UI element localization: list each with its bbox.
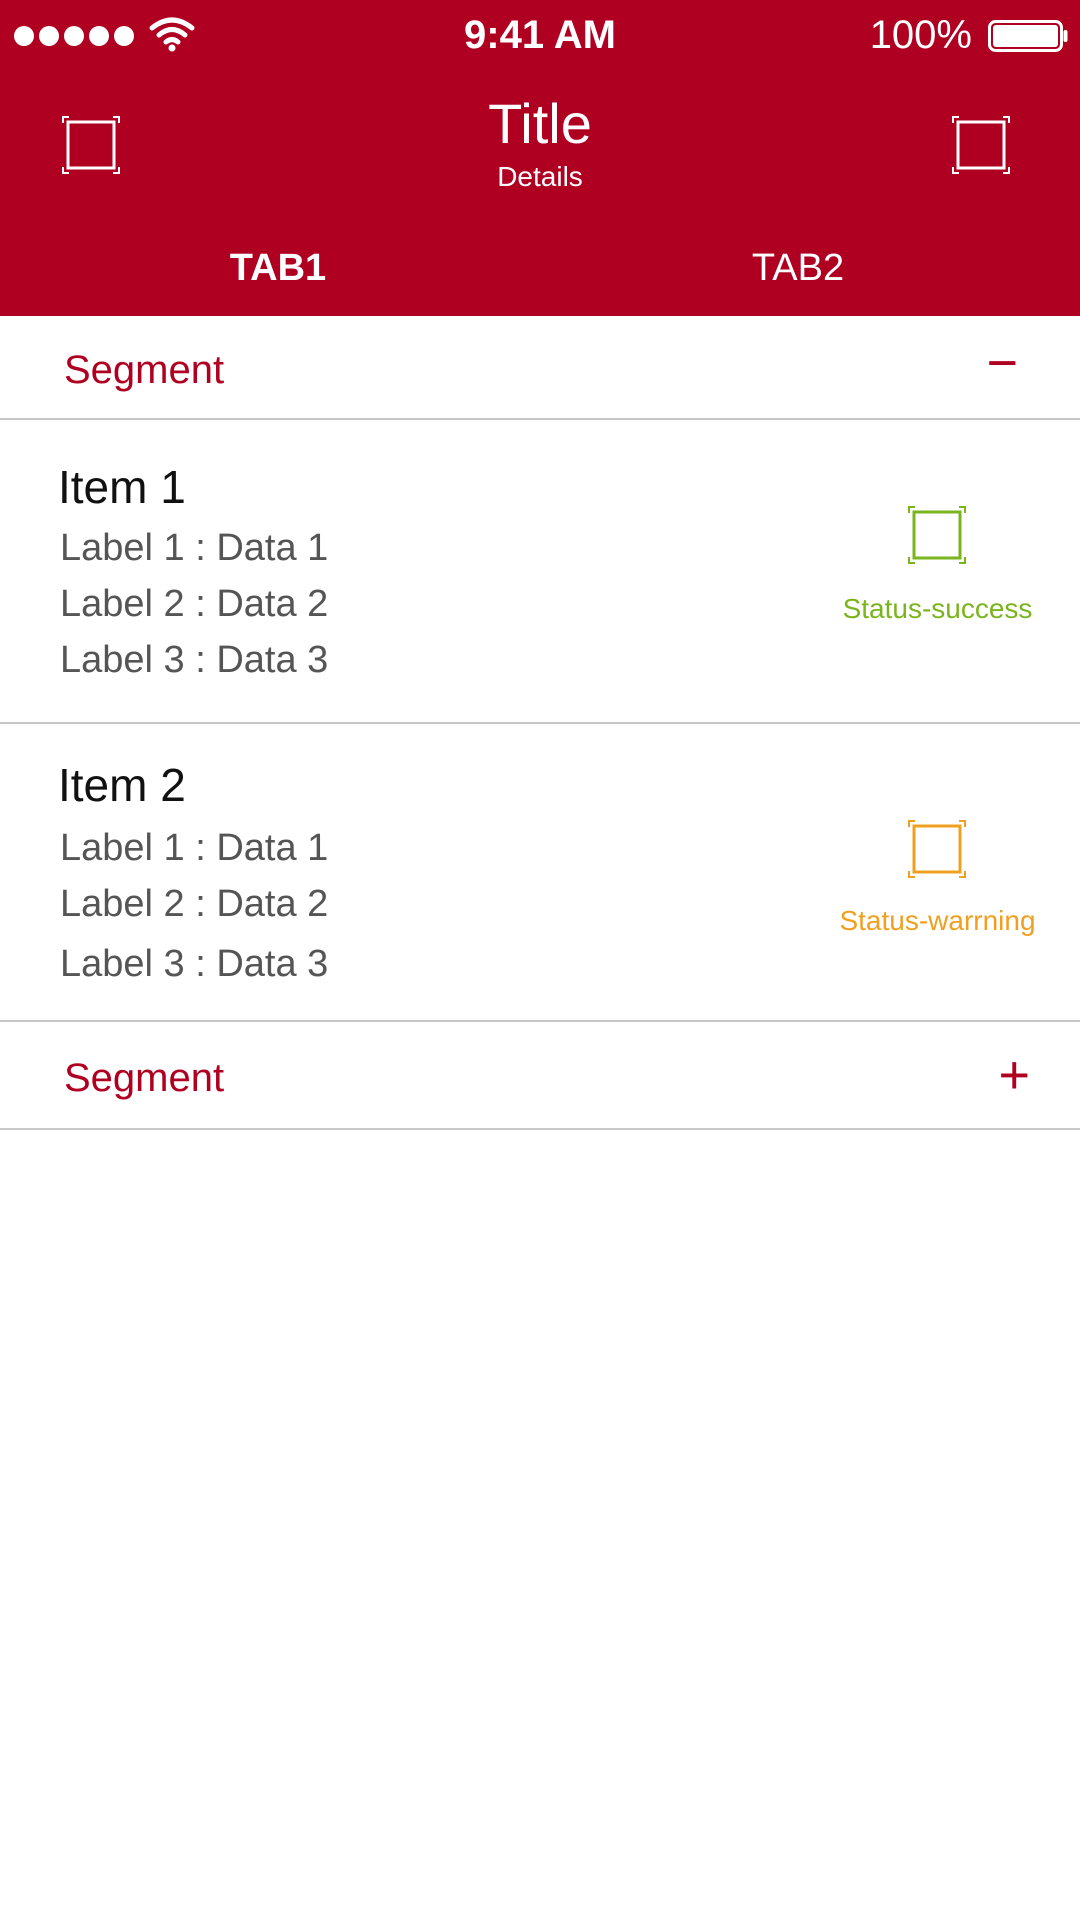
page-title: Title — [488, 92, 592, 155]
status-success-label: Status-success — [842, 593, 1033, 624]
item-title: Item 1 — [58, 461, 186, 513]
app-screen: 9:41 AM 100% Title Details TAB1 TAB2 Seg… — [0, 0, 1080, 1920]
collapse-minus-icon[interactable]: − — [986, 336, 1018, 390]
status-bar: 9:41 AM 100% — [0, 0, 1080, 70]
status-success-icon — [908, 506, 966, 564]
list-item[interactable]: Item 1 Label 1 : Data 1 Label 2 : Data 2… — [0, 420, 1080, 724]
tab-1[interactable]: TAB1 — [128, 246, 428, 290]
page-subtitle: Details — [497, 161, 583, 192]
right-nav-frame-icon[interactable] — [952, 116, 1010, 174]
segment-label: Segment — [64, 1056, 225, 1100]
tab-2[interactable]: TAB2 — [648, 246, 948, 290]
segment-label: Segment — [64, 348, 225, 392]
header: 9:41 AM 100% Title Details TAB1 TAB2 — [0, 0, 1080, 316]
item-detail-line: Label 2 : Data 2 — [60, 883, 329, 925]
battery-percentage: 100% — [869, 13, 972, 57]
segment-header-expanded[interactable]: Segment − — [0, 316, 1080, 420]
expand-plus-icon[interactable]: + — [998, 1048, 1030, 1102]
item-title: Item 2 — [58, 759, 186, 811]
item-detail-line: Label 2 : Data 2 — [60, 583, 329, 625]
item-detail-line: Label 1 : Data 1 — [60, 827, 329, 869]
status-warning-label: Status-warrning — [839, 905, 1036, 936]
item-detail-line: Label 3 : Data 3 — [60, 943, 329, 985]
item-detail-line: Label 1 : Data 1 — [60, 527, 329, 569]
item-detail-line: Label 3 : Data 3 — [60, 639, 329, 681]
battery-icon — [988, 20, 1068, 52]
list-item[interactable]: Item 2 Label 1 : Data 1 Label 2 : Data 2… — [0, 724, 1080, 1022]
status-warning-icon — [908, 820, 966, 878]
segment-header-collapsed[interactable]: Segment + — [0, 1022, 1080, 1130]
